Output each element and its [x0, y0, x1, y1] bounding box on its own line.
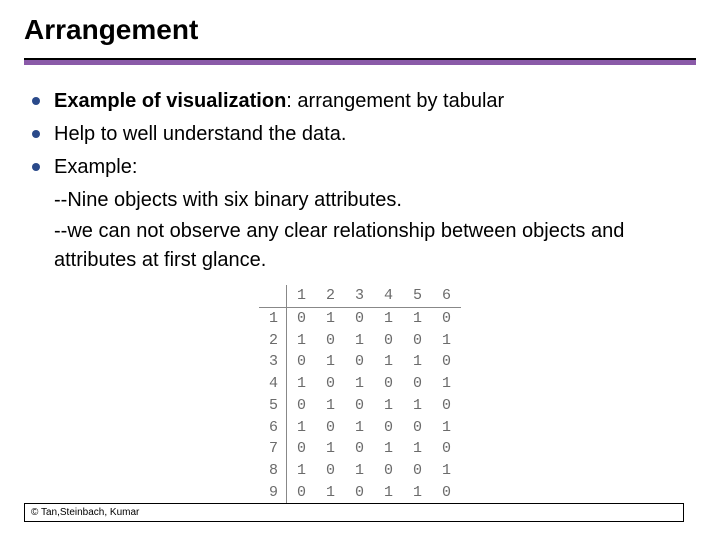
table-cell: 0: [316, 373, 345, 395]
table-row: 1010110: [259, 307, 461, 329]
table-cell: 0: [374, 417, 403, 439]
table-row-header: 1: [259, 307, 287, 329]
table-col-header: 1: [286, 285, 316, 307]
table-cell: 1: [403, 395, 432, 417]
bullet-icon: [32, 163, 40, 171]
table-row-header: 7: [259, 438, 287, 460]
table-cell: 1: [403, 482, 432, 504]
table-cell: 0: [432, 395, 461, 417]
table-cell: 0: [316, 460, 345, 482]
table-row: 4101001: [259, 373, 461, 395]
bullet-2-text: Help to well understand the data.: [54, 120, 688, 149]
data-table-wrap: 123456 101011021010013010110410100150101…: [32, 285, 688, 504]
table-cell: 0: [316, 417, 345, 439]
bullet-1-rest: : arrangement by tabular: [286, 90, 504, 112]
bullet-2: Help to well understand the data.: [32, 120, 688, 149]
table-cell: 0: [286, 395, 316, 417]
table-row-header: 5: [259, 395, 287, 417]
data-table: 123456 101011021010013010110410100150101…: [259, 285, 461, 504]
table-cell: 1: [403, 307, 432, 329]
table-row-header: 2: [259, 330, 287, 352]
table-cell: 1: [403, 438, 432, 460]
table-cell: 0: [403, 417, 432, 439]
table-cell: 1: [432, 330, 461, 352]
table-cell: 1: [316, 307, 345, 329]
table-row-header: 3: [259, 351, 287, 373]
table-cell: 1: [345, 373, 374, 395]
table-cell: 1: [286, 460, 316, 482]
table-cell: 0: [374, 373, 403, 395]
table-cell: 0: [432, 307, 461, 329]
table-cell: 0: [432, 351, 461, 373]
footer-credit: © Tan,Steinbach, Kumar: [24, 503, 684, 522]
table-row: 7010110: [259, 438, 461, 460]
table-row: 8101001: [259, 460, 461, 482]
slide-content: Example of visualization: arrangement by…: [24, 65, 696, 504]
table-cell: 1: [316, 482, 345, 504]
table-cell: 0: [403, 373, 432, 395]
bullet-3-text: Example:: [54, 153, 688, 182]
table-cell: 0: [345, 482, 374, 504]
table-cell: 0: [345, 395, 374, 417]
table-cell: 0: [374, 460, 403, 482]
slide-title: Arrangement: [24, 14, 696, 54]
bullet-1: Example of visualization: arrangement by…: [32, 87, 688, 116]
bullet-icon: [32, 97, 40, 105]
table-cell: 0: [286, 307, 316, 329]
table-cell: 1: [286, 373, 316, 395]
table-cell: 1: [403, 351, 432, 373]
bullet-1-text: Example of visualization: arrangement by…: [54, 87, 688, 116]
bullet-icon: [32, 130, 40, 138]
subline-2-a: --we can not observe any clear relations…: [32, 217, 688, 275]
subline-1: --Nine objects with six binary attribute…: [32, 186, 688, 215]
table-col-header: 3: [345, 285, 374, 307]
table-cell: 0: [345, 438, 374, 460]
table-col-header: 4: [374, 285, 403, 307]
table-row: 2101001: [259, 330, 461, 352]
table-row: 6101001: [259, 417, 461, 439]
table-cell: 1: [345, 330, 374, 352]
table-cell: 0: [286, 438, 316, 460]
bullet-3: Example:: [32, 153, 688, 182]
table-cell: 1: [316, 351, 345, 373]
table-cell: 0: [345, 307, 374, 329]
table-cell: 1: [316, 438, 345, 460]
table-cell: 0: [432, 482, 461, 504]
table-col-header: 6: [432, 285, 461, 307]
bullet-1-prefix: Example of visualization: [54, 90, 286, 112]
table-cell: 0: [316, 330, 345, 352]
table-row: 3010110: [259, 351, 461, 373]
table-cell: 1: [345, 417, 374, 439]
table-cell: 0: [374, 330, 403, 352]
table-cell: 0: [286, 351, 316, 373]
table-cell: 1: [316, 395, 345, 417]
table-cell: 1: [374, 307, 403, 329]
table-cell: 1: [374, 395, 403, 417]
table-cell: 1: [374, 351, 403, 373]
table-cell: 1: [374, 438, 403, 460]
table-cell: 1: [286, 330, 316, 352]
table-col-header: 5: [403, 285, 432, 307]
table-corner: [259, 285, 287, 307]
table-cell: 1: [432, 460, 461, 482]
table-cell: 0: [345, 351, 374, 373]
table-row-header: 8: [259, 460, 287, 482]
table-cell: 0: [432, 438, 461, 460]
table-row-header: 4: [259, 373, 287, 395]
table-cell: 0: [286, 482, 316, 504]
table-cell: 1: [345, 460, 374, 482]
table-col-header: 2: [316, 285, 345, 307]
table-row: 9010110: [259, 482, 461, 504]
table-cell: 1: [432, 417, 461, 439]
table-row: 5010110: [259, 395, 461, 417]
table-cell: 1: [374, 482, 403, 504]
table-row-header: 9: [259, 482, 287, 504]
table-cell: 0: [403, 330, 432, 352]
table-cell: 1: [432, 373, 461, 395]
table-cell: 1: [286, 417, 316, 439]
table-cell: 0: [403, 460, 432, 482]
table-row-header: 6: [259, 417, 287, 439]
